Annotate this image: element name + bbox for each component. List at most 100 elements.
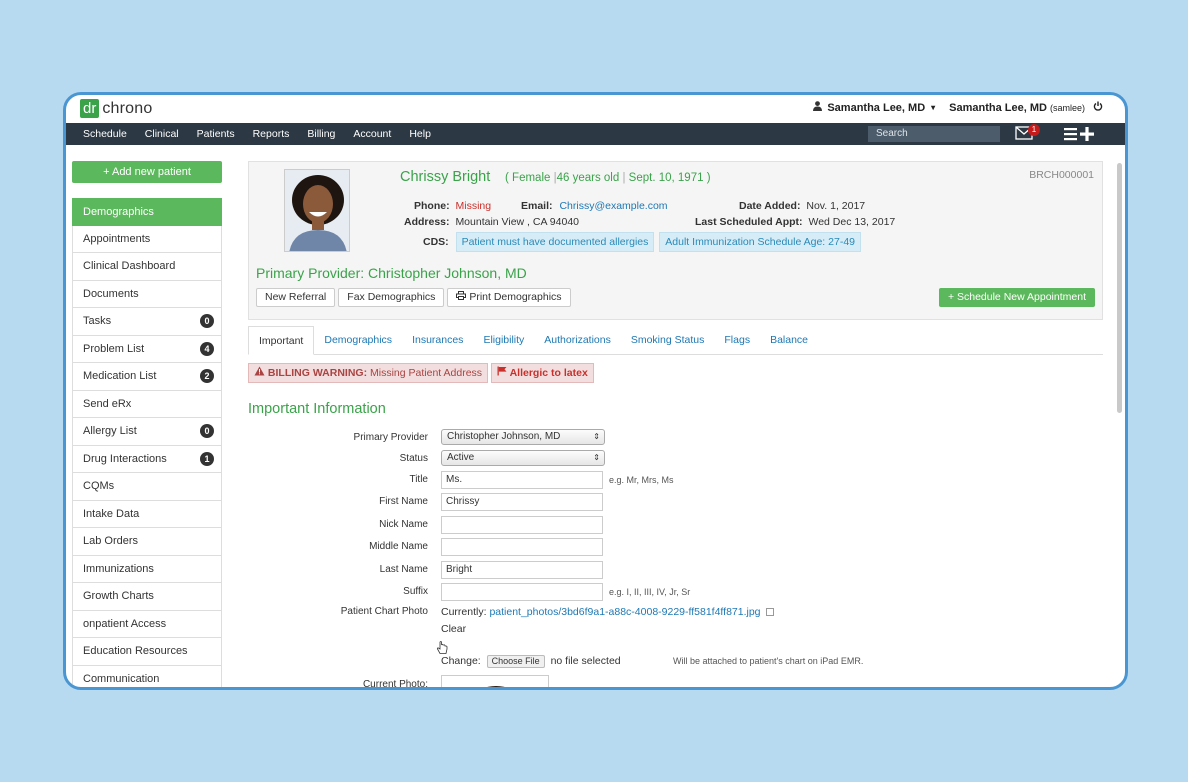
alerts-row: BILLING WARNING: Missing Patient Address… xyxy=(248,363,594,383)
clear-checkbox[interactable] xyxy=(766,608,775,617)
status-select[interactable]: Active ⇕ xyxy=(441,450,605,466)
sidebar-item-appointments[interactable]: Appointments xyxy=(72,225,222,253)
sidebar-item-communication[interactable]: Communication xyxy=(72,665,222,687)
scrollbar[interactable] xyxy=(1117,163,1122,413)
change-photo-row: Change: Choose File no file selected Wil… xyxy=(441,655,891,668)
app-window: dr chrono Samantha Lee, MD ▾ Samantha Le… xyxy=(63,92,1128,690)
last-name-row: Last Name Bright xyxy=(248,561,1103,581)
power-icon[interactable] xyxy=(1093,101,1103,114)
sidebar-item-growth-charts[interactable]: Growth Charts xyxy=(72,583,222,611)
schedule-new-appointment-button[interactable]: + Schedule New Appointment xyxy=(938,288,1095,307)
no-file-text: no file selected xyxy=(550,655,621,667)
tab-smoking-status[interactable]: Smoking Status xyxy=(621,326,715,354)
cds-chip[interactable]: Patient must have documented allergies xyxy=(455,232,655,252)
menu-plus-icon[interactable] xyxy=(1064,126,1096,145)
sidebar: + Add new patient Demographics Appointme… xyxy=(72,161,222,687)
first-name-input[interactable]: Chrissy xyxy=(441,493,603,511)
paren-close: ) xyxy=(706,172,711,184)
first-name-row: First Name Chrissy xyxy=(248,493,1103,513)
sidebar-item-tasks[interactable]: Tasks 0 xyxy=(72,308,222,336)
nick-name-input[interactable] xyxy=(441,516,603,534)
user-account[interactable]: Samantha Lee, MD xyxy=(949,102,1047,114)
allergy-alert[interactable]: Allergic to latex xyxy=(491,363,594,383)
patient-age: 46 years old xyxy=(556,172,620,184)
primary-provider-label: Primary Provider xyxy=(353,432,428,443)
title-input[interactable]: Ms. xyxy=(441,471,603,489)
nick-name-row: Nick Name xyxy=(248,516,1103,536)
user-menu[interactable]: Samantha Lee, MD xyxy=(827,102,925,114)
date-added-row: Date Added: Nov. 1, 2017 xyxy=(739,200,865,212)
patient-meta: ( Female |46 years old | Sept. 10, 1971 … xyxy=(505,172,711,184)
tab-authorizations[interactable]: Authorizations xyxy=(534,326,621,354)
sidebar-item-intake-data[interactable]: Intake Data xyxy=(72,500,222,528)
billing-warning-title: BILLING WARNING: xyxy=(267,367,368,379)
title-label: Title xyxy=(409,474,428,485)
sidebar-item-documents[interactable]: Documents xyxy=(72,280,222,308)
count-badge: 2 xyxy=(200,369,214,384)
tab-important[interactable]: Important xyxy=(248,326,315,355)
middle-name-input[interactable] xyxy=(441,538,603,556)
print-demographics-button[interactable]: Print Demographics xyxy=(447,288,571,307)
tab-insurances[interactable]: Insurances xyxy=(402,326,473,354)
suffix-input[interactable] xyxy=(441,583,603,601)
logo-chrono: chrono xyxy=(102,99,153,117)
chart-photo-label: Patient Chart Photo xyxy=(340,606,428,617)
suffix-label: Suffix xyxy=(403,586,428,597)
separator: | xyxy=(622,172,626,184)
drchrono-logo[interactable]: dr chrono xyxy=(80,99,152,118)
phone-value: Missing xyxy=(455,200,492,212)
patient-id: BRCH000001 xyxy=(1029,169,1094,181)
chart-photo-row: Patient Chart Photo Currently: patient_p… xyxy=(248,606,1103,626)
billing-warning-alert[interactable]: BILLING WARNING: Missing Patient Address xyxy=(248,363,489,383)
suffix-row: Suffix e.g. I, II, III, IV, Jr, Sr xyxy=(248,583,1103,603)
phone-label: Phone: xyxy=(414,200,450,212)
sidebar-item-label: Send eRx xyxy=(83,397,132,410)
chevron-down-icon[interactable]: ▾ xyxy=(931,103,935,112)
email-label: Email: xyxy=(521,200,553,212)
cds-chip[interactable]: Adult Immunization Schedule Age: 27-49 xyxy=(659,232,861,252)
nav-account[interactable]: Account xyxy=(344,128,400,140)
tab-flags[interactable]: Flags xyxy=(714,326,760,354)
sidebar-item-medication-list[interactable]: Medication List 2 xyxy=(72,363,222,391)
new-referral-button[interactable]: New Referral xyxy=(256,288,336,307)
last-name-input[interactable]: Bright xyxy=(441,561,603,579)
sidebar-item-drug-interactions[interactable]: Drug Interactions 1 xyxy=(72,445,222,473)
nav-billing[interactable]: Billing xyxy=(298,128,344,140)
sidebar-item-label: CQMs xyxy=(83,480,115,493)
sidebar-item-allergy-list[interactable]: Allergy List 0 xyxy=(72,418,222,446)
suffix-hint: e.g. I, II, III, IV, Jr, Sr xyxy=(609,587,691,597)
fax-demographics-button[interactable]: Fax Demographics xyxy=(338,288,445,307)
sidebar-item-label: Documents xyxy=(83,287,139,300)
main-nav: Schedule Clinical Patients Reports Billi… xyxy=(66,123,1125,145)
sidebar-item-lab-orders[interactable]: Lab Orders xyxy=(72,528,222,556)
attach-note: Will be attached to patient's chart on i… xyxy=(673,656,864,666)
sidebar-item-send-erx[interactable]: Send eRx xyxy=(72,390,222,418)
tab-balance[interactable]: Balance xyxy=(760,326,818,354)
nav-help[interactable]: Help xyxy=(400,128,440,140)
sidebar-item-clinical-dashboard[interactable]: Clinical Dashboard xyxy=(72,253,222,281)
main-content: Chrissy Bright ( Female |46 years old | … xyxy=(248,161,1103,687)
nav-patients[interactable]: Patients xyxy=(188,128,244,140)
nick-name-label: Nick Name xyxy=(379,519,428,530)
choose-file-button[interactable]: Choose File xyxy=(486,655,545,668)
email-link[interactable]: Chrissy@example.com xyxy=(559,200,667,212)
add-new-patient-button[interactable]: + Add new patient xyxy=(72,161,222,183)
sidebar-item-label: Tasks xyxy=(83,315,112,328)
photo-link[interactable]: patient_photos/3bd6f9a1-a88c-4008-9229-f… xyxy=(489,606,760,618)
tab-demographics[interactable]: Demographics xyxy=(314,326,402,354)
sidebar-item-problem-list[interactable]: Problem List 4 xyxy=(72,335,222,363)
primary-provider-select[interactable]: Christopher Johnson, MD ⇕ xyxy=(441,429,605,445)
nav-schedule[interactable]: Schedule xyxy=(66,128,136,140)
sidebar-item-cqms[interactable]: CQMs xyxy=(72,473,222,501)
title-hint: e.g. Mr, Mrs, Ms xyxy=(609,475,674,485)
sidebar-item-onpatient-access[interactable]: onpatient Access xyxy=(72,610,222,638)
sidebar-item-label: Intake Data xyxy=(83,507,140,520)
sidebar-item-demographics[interactable]: Demographics xyxy=(72,198,222,226)
nav-reports[interactable]: Reports xyxy=(244,128,299,140)
sidebar-item-education-resources[interactable]: Education Resources xyxy=(72,638,222,666)
sidebar-item-immunizations[interactable]: Immunizations xyxy=(72,555,222,583)
address-row: Address: Mountain View , CA 94040 xyxy=(404,216,579,228)
tab-eligibility[interactable]: Eligibility xyxy=(473,326,534,354)
nav-clinical[interactable]: Clinical xyxy=(136,128,188,140)
search-input[interactable]: Search xyxy=(868,126,1000,142)
